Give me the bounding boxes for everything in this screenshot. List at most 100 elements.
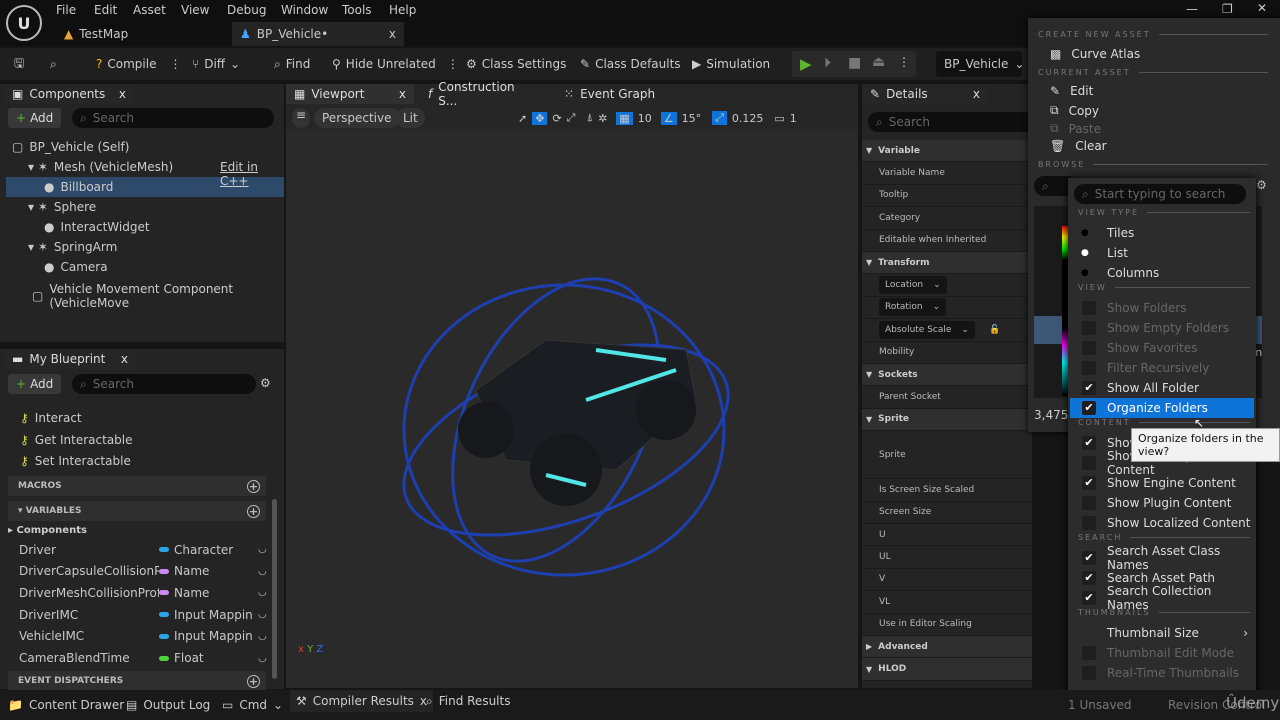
menu-debug[interactable]: Debug (227, 3, 266, 17)
menu-item-thumbnail-size[interactable]: Thumbnail Size › (1070, 623, 1254, 643)
checkbox[interactable]: ✔ (1082, 571, 1096, 585)
my-blueprint-search-input[interactable]: ⌕ Search (72, 374, 256, 394)
curve-atlas-item[interactable]: ▩ Curve Atlas (1050, 47, 1140, 61)
details-category[interactable]: ▼ Variable (862, 140, 1032, 163)
class-settings-button[interactable]: ⚙ Class Settings (466, 48, 566, 80)
menu-item-show-localized-content[interactable]: Show Localized Content (1070, 513, 1254, 533)
play-icon[interactable]: ▶ (800, 55, 812, 73)
checkbox[interactable]: ✔ (1082, 381, 1096, 395)
debug-object-select[interactable]: BP_Vehicle ⌄ (936, 51, 1024, 77)
checkbox[interactable]: ✔ (1082, 401, 1096, 415)
function-item[interactable]: ⚷ Interact (20, 408, 298, 428)
expand-arrow-icon[interactable]: ▶ (866, 642, 872, 651)
components-search-input[interactable]: ⌕ Search (72, 108, 274, 128)
menu-edit[interactable]: Edit (94, 3, 117, 17)
save-button[interactable]: 🖫 (14, 48, 24, 80)
tab-find-results[interactable]: ⌕ Find Results (426, 690, 510, 712)
camera-speed-icon[interactable]: ▭ (774, 112, 784, 125)
function-item[interactable]: ⚷ Get Interactable (20, 430, 298, 450)
diff-button[interactable]: ⑂ Diff ⌄ (192, 48, 240, 80)
variable-row[interactable]: CameraBlendTime Float ◡ (19, 648, 269, 669)
menu-view[interactable]: View (181, 3, 209, 17)
add-member-button[interactable]: + Add (8, 374, 62, 394)
variable-row[interactable]: DriverMeshCollisionProfileName◡ (19, 582, 269, 603)
vehicle-movement-component[interactable]: ▢ Vehicle Movement Component (VehicleMove (32, 282, 310, 310)
tab-viewport[interactable]: ▦ Viewport x (286, 84, 414, 104)
perspective-button[interactable]: Perspective (314, 108, 400, 128)
macros-section[interactable]: MACROS + (8, 476, 266, 496)
stop-icon[interactable]: ■ (848, 55, 861, 71)
collapse-arrow-icon[interactable]: ▼ (866, 665, 872, 674)
close-icon[interactable]: x (119, 87, 126, 101)
collapse-arrow-icon[interactable]: ▼ (866, 258, 872, 267)
components-category[interactable]: ▸ Components (8, 525, 87, 536)
edit-item[interactable]: ✎ Edit (1050, 84, 1093, 98)
transform-mode-dropdown[interactable]: Absolute Scale ⌄ (879, 320, 975, 339)
menu-file[interactable]: File (56, 3, 76, 17)
variable-row[interactable]: Driver Character ◡ (19, 539, 269, 560)
world-local-icon[interactable]: ✲ (598, 112, 607, 125)
menu-item-organize-folders[interactable]: ✔ Organize Folders (1070, 398, 1254, 418)
menu-item-columns[interactable]: ● Columns (1070, 263, 1254, 283)
tab-construction-script[interactable]: f Construction S... (420, 80, 540, 108)
details-category[interactable]: ▶ Advanced (862, 636, 1032, 659)
visibility-eye-icon[interactable]: ◡ (258, 631, 267, 642)
step-icon[interactable]: ⏵ (824, 55, 831, 71)
menu-item-search-collection-names[interactable]: ✔ Search Collection Names (1070, 584, 1254, 612)
menu-tools[interactable]: Tools (342, 3, 372, 17)
copy-item[interactable]: ⧉ Copy (1050, 103, 1099, 118)
scale-icon[interactable]: ⤢ (567, 111, 576, 125)
tab-bp-vehicle[interactable]: ♟ BP_Vehicle• x (232, 22, 404, 46)
checkbox[interactable] (1082, 456, 1096, 470)
clear-item[interactable]: 🗑 Clear (1050, 139, 1107, 153)
play-options-icon[interactable]: ⋮ (898, 55, 910, 69)
close-tab-icon[interactable]: x (389, 27, 396, 41)
variable-row[interactable]: DriverIMC Input Mapping ◡ (19, 604, 269, 625)
compile-button[interactable]: ? Compile ⋮ (96, 48, 181, 80)
function-item[interactable]: ⚷ Set Interactable (20, 451, 298, 471)
visibility-eye-icon[interactable]: ◡ (258, 566, 267, 577)
close-icon[interactable]: x (121, 352, 128, 366)
details-category[interactable]: ▼ Sockets (862, 364, 1032, 387)
checkbox[interactable] (1082, 496, 1096, 510)
settings-gear-icon[interactable]: ⚙ (260, 376, 271, 390)
class-defaults-button[interactable]: ✎ Class Defaults (580, 48, 681, 80)
menu-search-input[interactable]: ⌕ Start typing to search (1074, 184, 1246, 204)
menu-item-show-all-folder[interactable]: ✔ Show All Folder (1070, 378, 1254, 398)
menu-asset[interactable]: Asset (133, 3, 166, 17)
lit-button[interactable]: Lit (396, 108, 425, 128)
collapse-arrow-icon[interactable]: ▼ (866, 370, 872, 379)
rotate-icon[interactable]: ⟳ (552, 112, 561, 125)
details-category[interactable]: ▼ Sprite (862, 408, 1032, 432)
find-button[interactable]: ⌕ Find (274, 48, 310, 80)
tab-compiler-results[interactable]: ⚒ Compiler Results x (290, 690, 434, 712)
collapse-arrow-icon[interactable]: ▼ (866, 146, 872, 155)
details-category[interactable]: ▼ HLOD (862, 658, 1032, 681)
output-log-button[interactable]: ▤ Output Log (126, 690, 210, 720)
angle-snap-icon[interactable]: ∠ (660, 111, 677, 125)
tab-event-graph[interactable]: ⁙ Event Graph (556, 84, 666, 104)
menu-item-list[interactable]: ● List (1070, 243, 1254, 263)
hide-unrelated-button[interactable]: ⚲ Hide Unrelated ⋮ (332, 48, 459, 80)
move-icon[interactable]: ✥ (532, 111, 548, 125)
variable-row[interactable]: VehicleIMC Input Mapping ◡ (19, 626, 269, 647)
lock-icon[interactable]: 🔓 (989, 325, 1000, 335)
tab-components[interactable]: ▣ Components x (4, 84, 134, 104)
settings-gear-icon[interactable]: ⚙ (1256, 178, 1267, 192)
collapse-arrow-icon[interactable]: ▼ (866, 415, 872, 424)
add-component-button[interactable]: + Add (8, 108, 62, 128)
variable-row[interactable]: DriverCapsuleCollisionPro Name ◡ (19, 561, 269, 582)
visibility-eye-icon[interactable]: ◡ (258, 587, 267, 598)
add-variable-icon[interactable]: + (247, 504, 260, 518)
checkbox[interactable] (1082, 516, 1096, 530)
visibility-eye-icon[interactable]: ◡ (258, 609, 267, 620)
close-icon[interactable]: x (973, 87, 980, 101)
unreal-logo[interactable]: U (6, 5, 42, 41)
menu-item-show-plugin-content[interactable]: Show Plugin Content (1070, 493, 1254, 513)
checkbox[interactable]: ✔ (1082, 591, 1096, 605)
menu-window[interactable]: Window (281, 3, 328, 17)
scrollbar[interactable] (272, 499, 277, 679)
event-dispatchers-section[interactable]: EVENT DISPATCHERS + (8, 671, 266, 691)
component-item[interactable]: ▢ BP_Vehicle (Self) (6, 137, 284, 157)
menu-item-show-engine-content[interactable]: ✔ Show Engine Content (1070, 473, 1254, 493)
